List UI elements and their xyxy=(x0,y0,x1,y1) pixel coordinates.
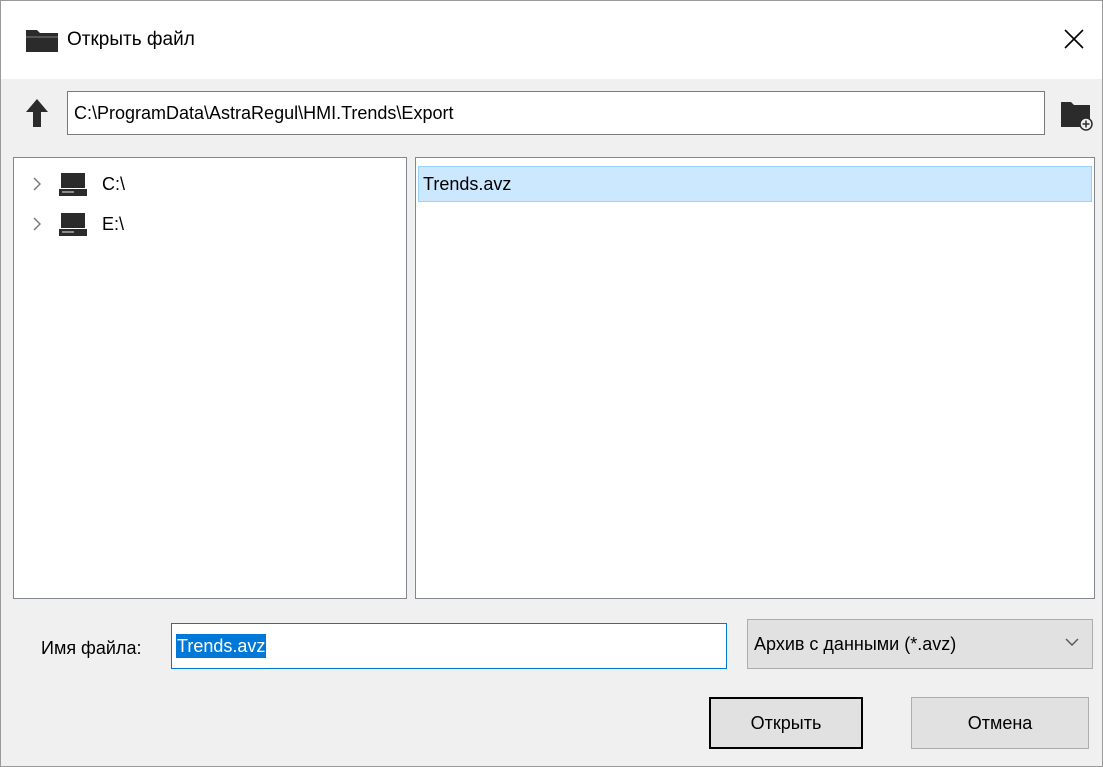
tree-item-label: E:\ xyxy=(102,213,125,234)
open-button-label: Открыть xyxy=(750,712,822,733)
folder-tree[interactable]: C:\ E:\ xyxy=(13,157,407,599)
close-button[interactable] xyxy=(1046,13,1102,65)
file-list-item[interactable]: Trends.avz xyxy=(418,166,1092,202)
parent-folder-button[interactable] xyxy=(21,95,53,131)
cancel-button[interactable]: Отмена xyxy=(911,697,1089,749)
open-button[interactable]: Открыть xyxy=(709,697,863,749)
open-file-dialog: Открыть файл C:\ProgramData\AstraRegul\H… xyxy=(0,0,1103,767)
filter-selected-value: Архив с данными (*.avz) xyxy=(754,633,957,654)
path-field[interactable] xyxy=(67,91,1045,135)
title-bar: Открыть файл xyxy=(1,1,1102,79)
tree-item-e-drive[interactable]: E:\ xyxy=(14,208,406,240)
chevron-right-icon[interactable] xyxy=(30,176,44,192)
filename-input[interactable]: Trends.avz xyxy=(171,623,727,669)
chevron-down-icon xyxy=(1065,638,1079,646)
file-list[interactable]: Trends.avz xyxy=(415,157,1095,599)
filename-label: Имя файла: xyxy=(41,638,142,658)
tree-item-c-drive[interactable]: C:\ xyxy=(14,168,406,200)
drive-icon xyxy=(59,213,87,236)
file-type-filter[interactable]: Архив с данными (*.avz) xyxy=(747,619,1093,669)
pane-splitter[interactable] xyxy=(407,157,415,599)
filename-selected-text: Trends.avz xyxy=(176,634,267,658)
window-title: Открыть файл xyxy=(67,29,195,50)
folder-icon xyxy=(26,30,58,52)
close-icon xyxy=(1064,29,1084,49)
cancel-button-label: Отмена xyxy=(967,712,1033,733)
file-name: Trends.avz xyxy=(423,173,512,194)
chevron-right-icon[interactable] xyxy=(30,216,44,232)
new-folder-icon[interactable] xyxy=(1059,97,1093,131)
tree-item-label: C:\ xyxy=(102,173,126,194)
arrow-up-icon xyxy=(26,99,48,127)
drive-icon xyxy=(59,173,87,196)
